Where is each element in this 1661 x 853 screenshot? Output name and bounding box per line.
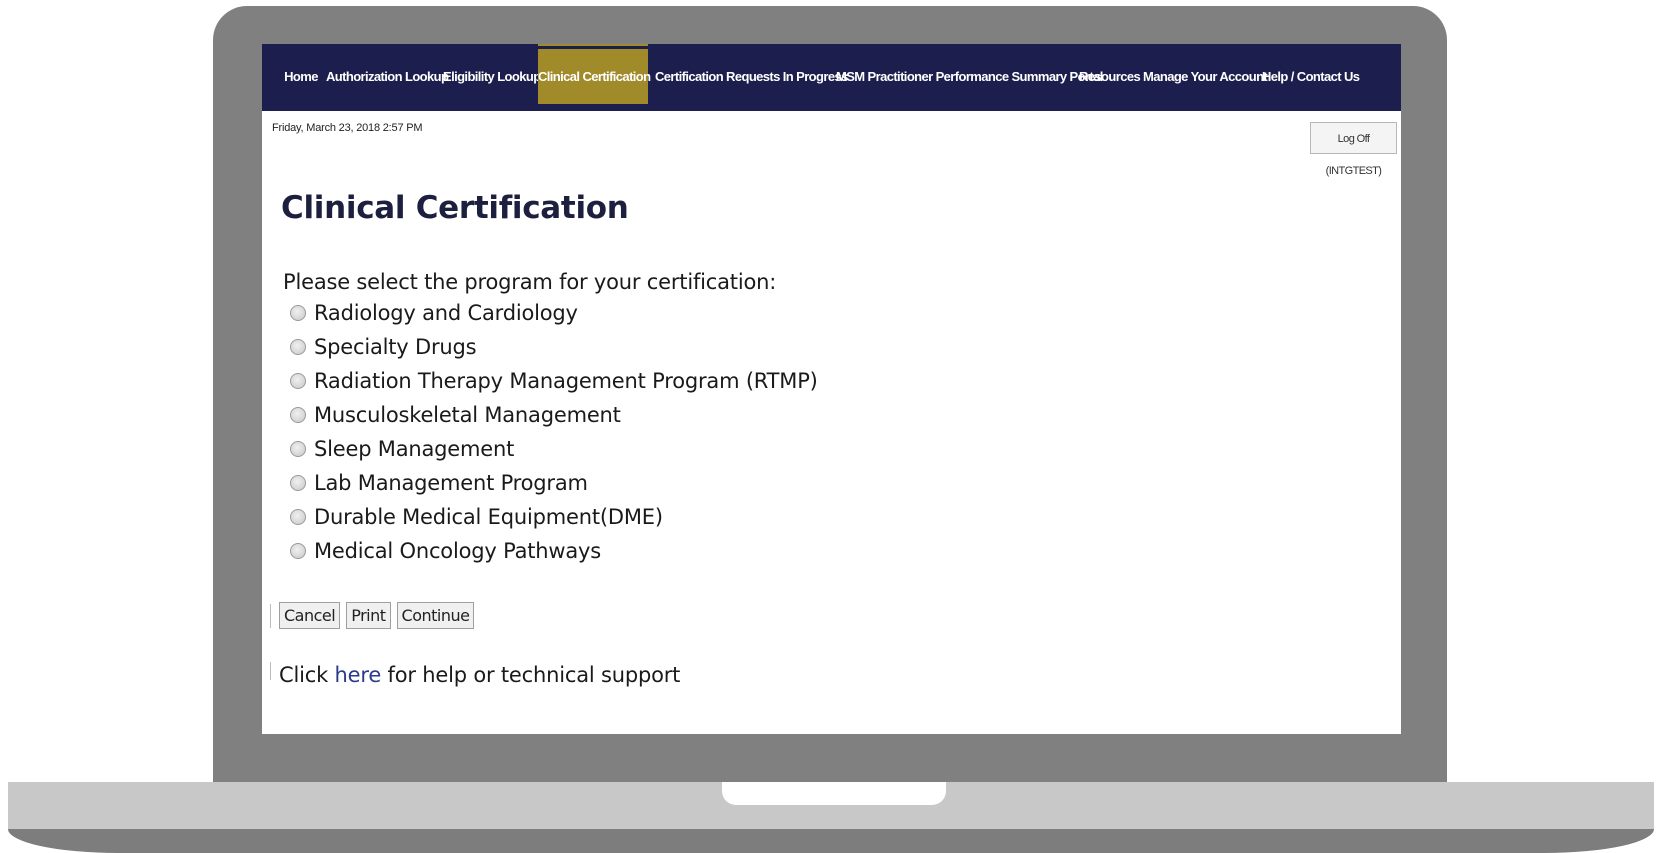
nav-item-resources[interactable]: Resources xyxy=(1079,49,1141,104)
program-label: Specialty Drugs xyxy=(314,335,477,359)
program-label: Musculoskeletal Management xyxy=(314,403,621,427)
help-suffix: for help or technical support xyxy=(381,663,681,687)
nav-item-authorization-lookup[interactable]: Authorization Lookup xyxy=(326,49,449,104)
program-option-specialty-drugs[interactable]: Specialty Drugs xyxy=(290,330,818,364)
nav-item-clinical-certification[interactable]: Clinical Certification xyxy=(538,49,651,104)
nav-item-manage-your-account[interactable]: Manage Your Account xyxy=(1143,49,1268,104)
program-label: Lab Management Program xyxy=(314,471,588,495)
program-label: Sleep Management xyxy=(314,437,515,461)
page-title: Clinical Certification xyxy=(281,190,629,226)
left-divider xyxy=(270,662,271,680)
program-label: Durable Medical Equipment(DME) xyxy=(314,505,663,529)
top-navigation: Home Authorization Lookup Eligibility Lo… xyxy=(262,44,1401,111)
help-prefix: Click xyxy=(279,663,335,687)
nav-item-eligibility-lookup[interactable]: Eligibility Lookup xyxy=(443,49,541,104)
program-option-sleep-management[interactable]: Sleep Management xyxy=(290,432,818,466)
program-radio-group: Radiology and Cardiology Specialty Drugs… xyxy=(290,296,818,568)
program-option-dme[interactable]: Durable Medical Equipment(DME) xyxy=(290,500,818,534)
laptop-notch xyxy=(722,782,946,805)
help-link[interactable]: here xyxy=(335,663,382,687)
program-option-musculoskeletal[interactable]: Musculoskeletal Management xyxy=(290,398,818,432)
browser-screen: Home Authorization Lookup Eligibility Lo… xyxy=(262,44,1401,734)
program-label: Radiation Therapy Management Program (RT… xyxy=(314,369,818,393)
nav-item-certification-requests-in-progress[interactable]: Certification Requests In Progress xyxy=(655,49,848,104)
program-option-medical-oncology[interactable]: Medical Oncology Pathways xyxy=(290,534,818,568)
help-support-text: Click here for help or technical support xyxy=(279,663,680,687)
program-option-rtmp[interactable]: Radiation Therapy Management Program (RT… xyxy=(290,364,818,398)
program-label: Medical Oncology Pathways xyxy=(314,539,602,563)
program-label: Radiology and Cardiology xyxy=(314,301,578,325)
radio-button[interactable] xyxy=(290,407,306,423)
program-prompt: Please select the program for your certi… xyxy=(283,270,777,294)
radio-button[interactable] xyxy=(290,441,306,457)
radio-button[interactable] xyxy=(290,543,306,559)
program-option-lab-management[interactable]: Lab Management Program xyxy=(290,466,818,500)
radio-button[interactable] xyxy=(290,509,306,525)
left-divider xyxy=(270,604,271,628)
radio-button[interactable] xyxy=(290,373,306,389)
laptop-mockup: Home Authorization Lookup Eligibility Lo… xyxy=(0,0,1661,853)
current-datetime: Friday, March 23, 2018 2:57 PM xyxy=(272,122,423,134)
radio-button[interactable] xyxy=(290,339,306,355)
print-button[interactable]: Print xyxy=(346,602,391,629)
continue-button[interactable]: Continue xyxy=(396,602,475,629)
nav-item-help-contact-us[interactable]: Help / Contact Us xyxy=(1262,49,1360,104)
action-buttons: Cancel Print Continue xyxy=(279,602,475,629)
active-tab-indicator xyxy=(538,44,648,46)
log-off-button[interactable]: Log Off (INTGTEST) xyxy=(1310,122,1397,177)
nav-item-msm-practitioner-portal[interactable]: MSM Practitioner Performance Summary Por… xyxy=(836,49,1103,104)
radio-button[interactable] xyxy=(290,475,306,491)
cancel-button[interactable]: Cancel xyxy=(279,602,341,629)
radio-button[interactable] xyxy=(290,305,306,321)
nav-item-home[interactable]: Home xyxy=(282,49,320,104)
laptop-base-bottom xyxy=(8,829,1654,853)
program-option-radiology-cardiology[interactable]: Radiology and Cardiology xyxy=(290,296,818,330)
